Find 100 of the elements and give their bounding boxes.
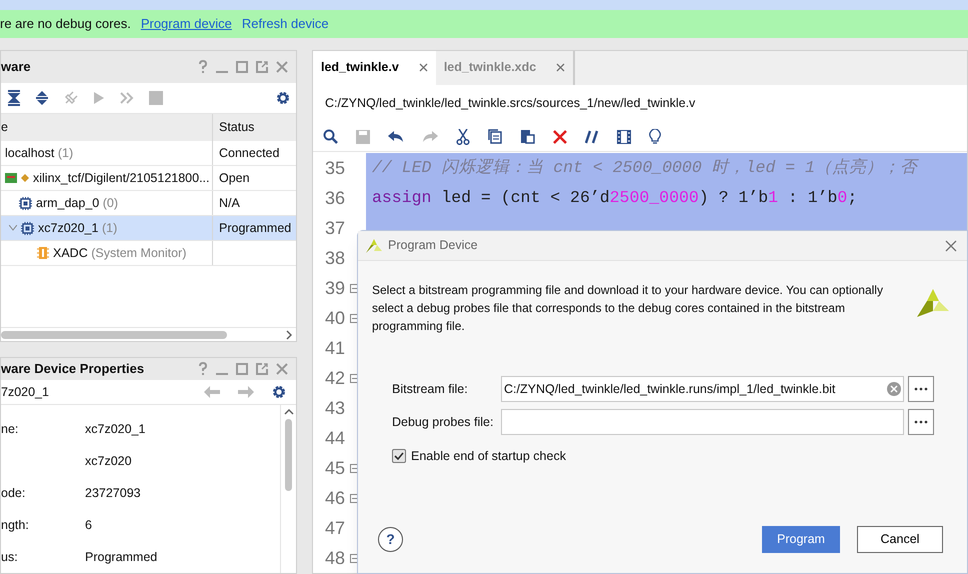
- tree-row[interactable]: XADC (System Monitor): [1, 241, 296, 266]
- line-number: 42: [324, 366, 346, 390]
- tree-row[interactable]: arm_dap_0 (0) N/A: [1, 191, 296, 216]
- code-line: // LED 闪烁逻辑：当 cnt < 2500_0000 时，led = 1（点亮）；否: [372, 156, 917, 179]
- delete-icon[interactable]: [553, 130, 567, 144]
- float-window-icon[interactable]: [256, 61, 268, 73]
- dialog-description: Select a bitstream programming file and download it to your hardware device. You can optionally select a debug probes file that corresponds to the debug cores contained in the bitstream programming file.: [372, 282, 884, 335]
- settings-icon[interactable]: [272, 385, 286, 400]
- scrollbar-thumb[interactable]: [285, 419, 292, 491]
- collapse-all-icon[interactable]: [7, 90, 21, 106]
- checkbox[interactable]: [392, 449, 406, 464]
- fold-marker-icon[interactable]: [350, 374, 359, 382]
- help-icon[interactable]: [198, 362, 208, 376]
- film-strip-icon[interactable]: [617, 130, 631, 144]
- property-label: us:: [1, 550, 18, 564]
- triangle-logo-icon: [917, 287, 949, 319]
- file-path-field[interactable]: [501, 409, 904, 435]
- panel-title: ware: [1, 58, 31, 76]
- comment-icon[interactable]: [585, 130, 599, 144]
- float-window-icon[interactable]: [256, 363, 268, 376]
- tree-item-label: arm_dap_0 (0): [36, 194, 118, 212]
- link[interactable]: Refresh device: [242, 14, 329, 34]
- browse-button[interactable]: [908, 376, 934, 402]
- tree-item-label: xilinx_tcf/Digilent/2105121800...: [33, 170, 210, 187]
- search-icon[interactable]: [323, 129, 338, 144]
- line-number: 36: [324, 186, 346, 210]
- fold-marker-icon[interactable]: [350, 494, 359, 502]
- file-path-field[interactable]: C:/ZYNQ/led_twinkle/led_twinkle.runs/impl_1/led_twinkle.bit: [501, 376, 904, 402]
- file-path: C:/ZYNQ/led_twinkle/led_twinkle.srcs/sources_1/new/led_twinkle.v: [325, 95, 696, 112]
- line-number: 41: [324, 336, 346, 360]
- close-icon[interactable]: [418, 63, 428, 72]
- column-header[interactable]: Status: [213, 114, 296, 141]
- fold-marker-icon[interactable]: [350, 314, 359, 322]
- plug-icon[interactable]: [63, 90, 79, 106]
- field-label: Debug probes file:: [392, 414, 494, 431]
- chevron-up-icon[interactable]: [284, 409, 294, 415]
- tree-row[interactable]: localhost (1) Connected: [1, 141, 296, 166]
- tree-row[interactable]: xilinx_tcf/Digilent/2105121800... Open: [1, 166, 296, 191]
- maximize-icon[interactable]: [236, 61, 248, 73]
- save-icon[interactable]: [356, 130, 370, 144]
- link[interactable]: Program device: [140, 14, 232, 34]
- fold-marker-icon[interactable]: [350, 284, 359, 292]
- board-icon: [5, 173, 17, 183]
- property-value: 23727093: [85, 484, 141, 502]
- close-icon[interactable]: [276, 363, 288, 376]
- panel-title: ware Device Properties: [1, 360, 144, 378]
- dialog-title: Program Device: [388, 237, 478, 254]
- cancel-button[interactable]: Cancel: [857, 526, 943, 553]
- tree-item-label: XADC (System Monitor): [53, 244, 186, 262]
- triangle-logo-icon: [366, 238, 382, 252]
- help-button[interactable]: ?: [378, 527, 403, 552]
- lightbulb-icon[interactable]: [649, 128, 661, 145]
- fold-marker-icon[interactable]: [350, 554, 359, 562]
- tree-row[interactable]: xc7z020_1 (1) Programmed: [1, 216, 296, 241]
- monitor-block-icon: [37, 247, 49, 259]
- status-text: Connected: [219, 144, 280, 162]
- settings-icon[interactable]: [276, 91, 290, 105]
- line-number: 40: [324, 306, 346, 330]
- property-value: xc7z020: [85, 452, 132, 470]
- clear-icon[interactable]: [887, 382, 901, 396]
- play-icon[interactable]: [93, 91, 105, 105]
- redo-icon[interactable]: [422, 130, 438, 143]
- property-value: Programmed: [85, 548, 158, 566]
- line-number: 39: [324, 276, 346, 300]
- forward-arrow-icon[interactable]: [238, 386, 254, 398]
- expand-all-icon[interactable]: [35, 90, 49, 106]
- line-number: 35: [324, 156, 346, 180]
- ellipsis-icon: [914, 387, 928, 391]
- close-icon[interactable]: [556, 63, 566, 72]
- checkbox-label: Enable end of startup check: [411, 448, 566, 465]
- paste-icon[interactable]: [520, 129, 535, 144]
- back-arrow-icon[interactable]: [204, 386, 220, 398]
- editor-tab[interactable]: led_twinkle.v: [313, 51, 436, 85]
- line-number: 45: [324, 456, 346, 480]
- scrollbar-thumb[interactable]: [1, 330, 227, 338]
- fast-forward-icon[interactable]: [119, 91, 135, 105]
- line-number: 48: [324, 546, 346, 570]
- fold-marker-icon[interactable]: [350, 464, 359, 472]
- property-label: ngth:: [1, 518, 29, 532]
- help-icon[interactable]: [198, 60, 208, 74]
- ellipsis-icon: [914, 420, 928, 424]
- undo-icon[interactable]: [388, 130, 404, 143]
- object-name: 7z020_1: [1, 384, 49, 401]
- status-text: Open: [219, 170, 250, 187]
- field-label: Bitstream file:: [392, 380, 469, 398]
- line-number: 44: [324, 426, 346, 450]
- browse-button[interactable]: [908, 409, 934, 435]
- program-button[interactable]: Program: [762, 526, 840, 553]
- cut-icon[interactable]: [456, 128, 470, 145]
- chip-icon: [21, 222, 34, 234]
- tree-item-label: localhost (1): [5, 144, 74, 162]
- close-icon[interactable]: [945, 240, 957, 252]
- status-text: N/A: [219, 194, 240, 212]
- caret-icon[interactable]: [9, 225, 17, 231]
- close-icon[interactable]: [276, 61, 288, 73]
- property-value: 6: [85, 516, 92, 534]
- property-label: ode:: [1, 486, 26, 500]
- chevron-right-icon[interactable]: [286, 330, 292, 340]
- copy-icon[interactable]: [488, 129, 502, 144]
- maximize-icon[interactable]: [236, 363, 248, 376]
